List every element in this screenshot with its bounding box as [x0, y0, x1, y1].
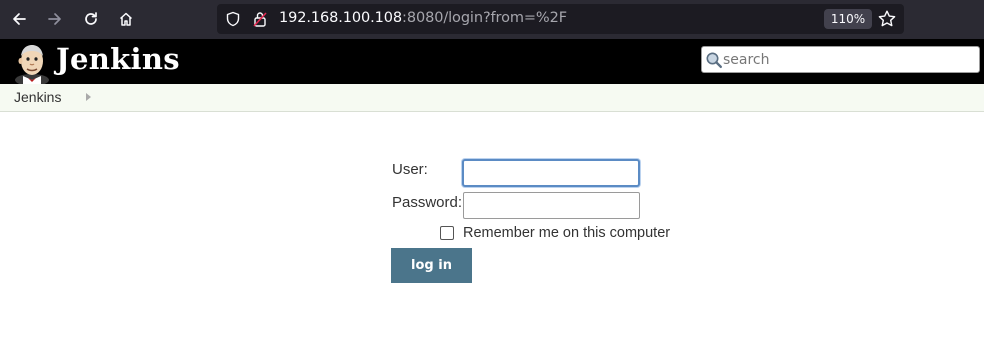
search-icon	[706, 52, 722, 68]
star-icon[interactable]	[877, 9, 897, 29]
forward-icon	[48, 13, 61, 25]
breadcrumb: Jenkins	[0, 84, 984, 112]
jenkins-header: Jenkins	[0, 39, 984, 84]
search-input[interactable]	[723, 50, 973, 70]
login-button[interactable]: log in	[391, 248, 472, 283]
remember-me-checkbox[interactable]	[440, 226, 454, 240]
back-icon	[13, 13, 26, 25]
back-button[interactable]	[5, 5, 33, 33]
forward-button[interactable]	[41, 5, 69, 33]
search-box[interactable]	[701, 46, 980, 73]
breadcrumb-dropdown-arrow-icon[interactable]	[86, 93, 91, 101]
url-text[interactable]: 192.168.100.108:8080/login?from=%2F	[279, 10, 567, 26]
url-host: 192.168.100.108	[279, 10, 403, 26]
remember-me-label[interactable]: Remember me on this computer	[463, 225, 670, 241]
user-input[interactable]	[462, 159, 640, 187]
home-button[interactable]	[112, 5, 140, 33]
password-label: Password:	[392, 194, 463, 211]
jenkins-logo-text[interactable]: Jenkins	[56, 42, 180, 76]
home-icon	[119, 12, 133, 26]
jenkins-butler-logo[interactable]	[12, 42, 52, 84]
password-input[interactable]	[463, 192, 640, 219]
zoom-indicator[interactable]: 110%	[824, 9, 872, 29]
address-bar[interactable]: 192.168.100.108:8080/login?from=%2F 110%	[217, 4, 904, 34]
shield-icon[interactable]	[225, 11, 241, 27]
browser-toolbar: 192.168.100.108:8080/login?from=%2F 110%	[0, 0, 984, 39]
url-path: :8080/login?from=%2F	[402, 10, 567, 26]
breadcrumb-item-jenkins[interactable]: Jenkins	[14, 89, 61, 105]
user-label: User:	[392, 161, 428, 178]
reload-button[interactable]	[77, 5, 105, 33]
lock-icon[interactable]	[252, 10, 268, 28]
reload-icon	[85, 12, 97, 25]
